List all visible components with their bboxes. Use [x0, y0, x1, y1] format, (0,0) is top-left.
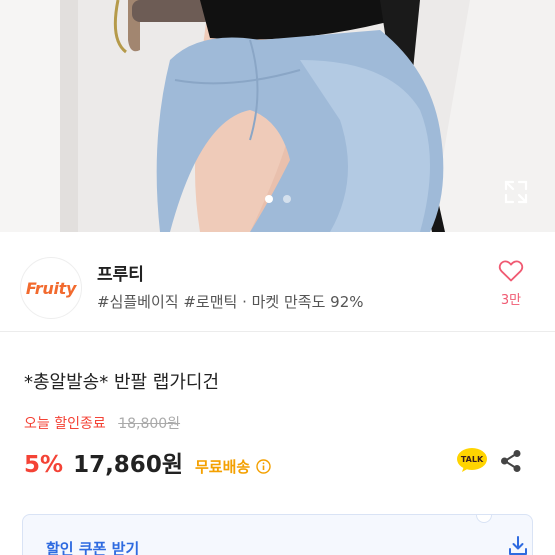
original-price: 18,800원 [118, 416, 181, 432]
seller-info: Fruity 프루티 #심플베이직 #로맨틱 · 마켓 만족도 92% 3만 [0, 232, 555, 332]
price-line: 5% 17,860원 무료배송 [24, 445, 271, 479]
seller-name[interactable]: 프루티 [97, 260, 144, 285]
carousel-dot-active[interactable] [264, 195, 273, 203]
sale-end-label: 오늘 할인종료 [24, 416, 106, 432]
kakao-talk-label: TALK [461, 455, 484, 464]
share-icon[interactable] [498, 448, 524, 474]
seller-tags: #심플베이직 #로맨틱 · 마켓 만족도 92% [97, 293, 364, 311]
heart-outline-icon [498, 260, 524, 282]
seller-logo-text: Fruity [25, 278, 77, 298]
free-shipping-label: 무료배송 [194, 458, 251, 476]
product-title: *총알발송* 반팔 랩가디건 [24, 372, 220, 393]
carousel-dot[interactable] [282, 195, 291, 203]
seller-logo[interactable]: Fruity [20, 257, 82, 319]
coupon-label: 할인 쿠폰 받기 [46, 540, 140, 555]
carousel-indicator [0, 195, 555, 203]
sale-price: 17,860원 [73, 452, 183, 478]
like-count: 3만 [500, 293, 522, 308]
kakao-talk-icon[interactable]: TALK [456, 447, 488, 473]
coupon-download-button[interactable]: 할인 쿠폰 받기 [22, 514, 533, 555]
expand-icon[interactable] [502, 178, 530, 206]
discount-rate: 5% [24, 452, 64, 478]
info-icon[interactable] [256, 459, 271, 474]
like-button[interactable]: 3만 [494, 259, 528, 308]
product-image-carousel[interactable] [0, 0, 555, 232]
download-icon [509, 536, 527, 555]
coupon-notch [476, 515, 492, 523]
sale-info: 오늘 할인종료 18,800원 [24, 413, 180, 433]
